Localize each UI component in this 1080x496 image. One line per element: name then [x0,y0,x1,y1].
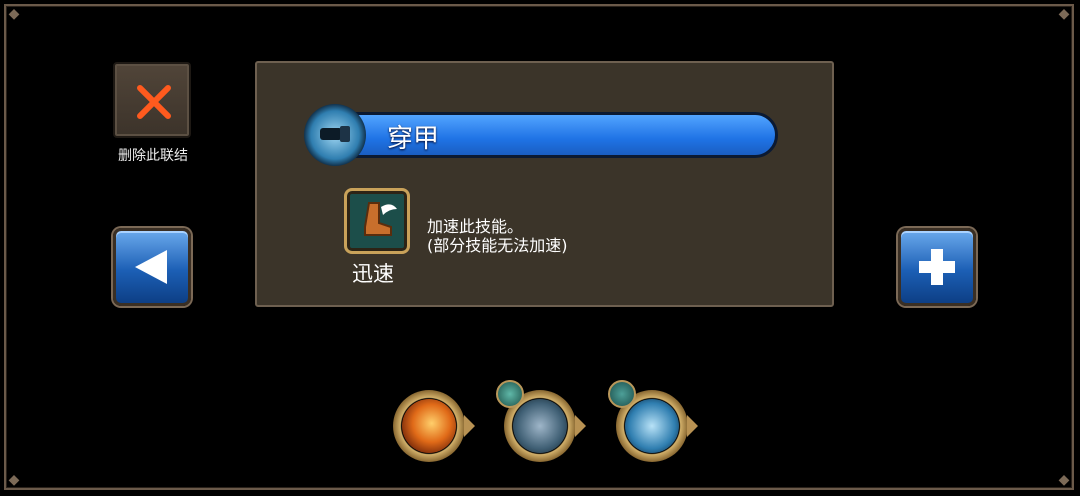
corner-ornament-icon: ◆ [8,472,20,488]
corner-ornament-icon: ◆ [1058,6,1070,22]
close-x-icon [137,85,171,119]
delete-link-label: 删除此联结 [118,148,188,164]
boot-glyph-icon [364,202,397,236]
chain-arrow-icon [575,415,586,437]
gauntlet-glyph-icon [320,126,350,142]
modifier-description-line2: (部分技能无法加速) [427,236,568,255]
winged-boot-icon [608,380,636,408]
potion-icon [496,380,524,408]
skill-name: 穿甲 [387,124,440,154]
chain-arrow-icon [687,415,698,437]
modifier-name: 迅速 [352,262,394,286]
arcane-figure-skill-icon [513,399,567,453]
fire-slash-skill-icon [402,399,456,453]
winged-boot-icon[interactable] [344,188,410,254]
chain-slot-1[interactable] [391,388,475,464]
corner-ornament-icon: ◆ [1058,472,1070,488]
add-button[interactable] [898,228,976,306]
previous-button[interactable] [113,228,191,306]
chain-arrow-icon [464,415,475,437]
armor-piercing-skill-icon [625,399,679,453]
left-arrow-icon [135,250,167,284]
armor-piercing-skill-icon[interactable] [304,104,366,166]
delete-link-button[interactable] [113,62,191,138]
corner-ornament-icon: ◆ [8,6,20,22]
skill-detail-panel [255,61,834,307]
plus-icon [919,249,955,285]
